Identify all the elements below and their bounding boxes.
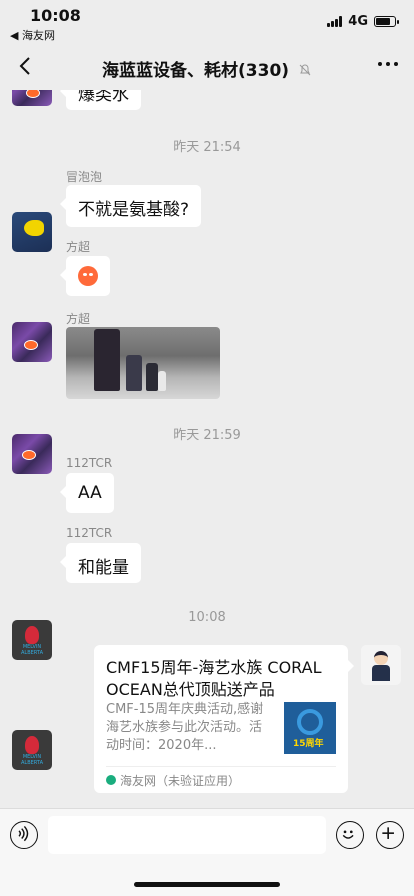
message-bubble[interactable]: 和能量 [60,543,141,583]
avatar[interactable] [12,322,52,362]
sender-name: 112TCR [66,526,113,540]
message-bubble[interactable]: 不就是氨基酸? [59,185,202,227]
status-bar: 10:08 ◀ 海友网 4G [0,0,414,44]
message-bubble[interactable] [60,256,110,296]
message-text: AA [78,483,102,503]
back-to-app-link[interactable]: ◀ 海友网 [10,27,55,43]
battery-level [376,18,390,25]
angry-face-emoji-icon [78,266,98,286]
bell-off-icon [299,64,311,76]
time-divider: 昨天 21:54 [173,140,241,155]
chat-title-text: 海蓝蓝设备、耗材(330) [102,61,290,81]
app-logo-icon [106,775,116,785]
network-label: 4G [348,14,368,29]
message-text: 和能量 [78,558,129,578]
more-icon[interactable] [378,62,398,66]
chat-messages[interactable]: 爆类水 昨天 21:54 冒泡泡 不就是氨基酸? 方超 方超 昨天 21:59 … [0,90,414,808]
emoji-icon[interactable] [336,821,364,849]
signal-icon [327,16,343,27]
home-indicator[interactable] [134,882,280,887]
avatar[interactable] [12,212,52,252]
message-text: 爆类水 [78,90,129,105]
link-card[interactable]: CMF15周年-海艺水族 CORAL OCEAN总代顶贴送产品 CMF-15周年… [94,645,354,793]
chat-title: 海蓝蓝设备、耗材(330) [0,56,414,81]
avatar[interactable] [361,645,401,685]
message-bubble[interactable]: 爆类水 [60,90,141,110]
time-divider: 10:08 [188,610,226,625]
message-input[interactable] [48,816,326,854]
message-text: 不就是氨基酸? [78,200,190,220]
chat-header: 海蓝蓝设备、耗材(330) [0,44,414,90]
card-source-label: 海友网（未验证应用） [120,773,241,788]
voice-icon[interactable] [10,821,38,849]
status-time: 10:08 [30,6,81,25]
battery-icon [374,16,399,27]
sender-name: 方超 [66,312,91,326]
time-divider: 昨天 21:59 [173,428,241,443]
card-source: 海友网（未验证应用） [106,766,336,793]
sender-name: 112TCR [66,456,113,470]
card-thumbnail: 15周年 [284,702,336,754]
card-title: CMF15周年-海艺水族 CORAL OCEAN总代顶贴送产品 [106,658,322,699]
avatar[interactable]: MELVIN ALBERTA [12,620,52,660]
card-description: CMF-15周年庆典活动,感谢海艺水族参与此次活动。活动时间：2020年... [106,702,264,753]
avatar[interactable]: MELVIN ALBERTA [12,730,52,770]
plus-icon[interactable] [376,821,404,849]
message-bubble[interactable]: AA [60,473,114,513]
sender-name: 冒泡泡 [66,170,103,184]
avatar[interactable] [12,90,52,106]
shared-photo[interactable] [66,327,220,399]
status-indicators: 4G [327,14,399,29]
sender-name: 方超 [66,240,91,254]
